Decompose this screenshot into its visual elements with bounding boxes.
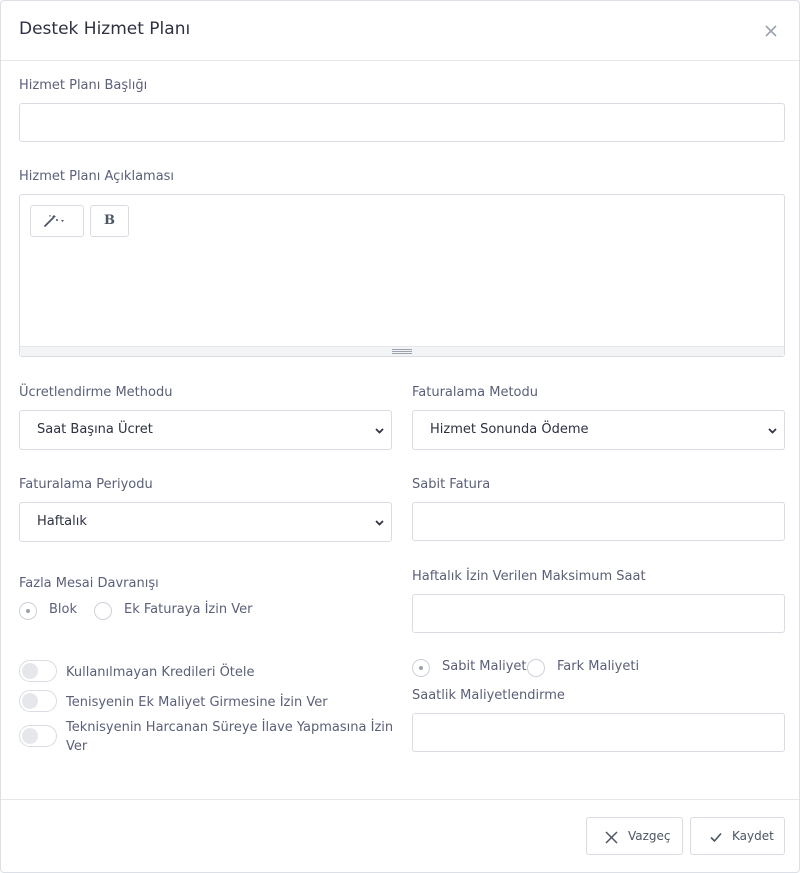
- description-editor[interactable]: B: [19, 194, 785, 357]
- toggle-extra-cost[interactable]: [19, 690, 57, 712]
- pricing-method-label: Ücretlendirme Methodu: [19, 385, 173, 400]
- weekly-max-hours-label: Haftalık İzin Verilen Maksimum Saat: [412, 569, 646, 584]
- overtime-radio-block[interactable]: [19, 602, 37, 620]
- service-plan-modal: Destek Hizmet Planı Hizmet Planı Başlığı…: [0, 0, 800, 873]
- overtime-option-extra-invoice[interactable]: Ek Faturaya İzin Ver: [124, 602, 252, 617]
- cancel-button[interactable]: Vazgeç: [586, 817, 683, 855]
- modal-header: Destek Hizmet Planı: [1, 1, 799, 61]
- hourly-costing-input[interactable]: [412, 713, 785, 752]
- editor-content[interactable]: [30, 245, 774, 335]
- save-button-label: Kaydet: [732, 829, 774, 843]
- close-icon[interactable]: [763, 23, 779, 39]
- chevron-down-icon: [375, 428, 384, 434]
- save-button[interactable]: Kaydet: [690, 817, 785, 855]
- hourly-costing-label: Saatlik Maliyetlendirme: [412, 688, 565, 703]
- billing-period-select[interactable]: Haftalık: [19, 502, 392, 542]
- billing-period-value: Haftalık: [37, 514, 87, 529]
- modal-footer: Vazgeç Kaydet: [1, 799, 799, 873]
- pricing-method-select[interactable]: Saat Başına Ücret: [19, 410, 392, 450]
- overtime-label: Fazla Mesai Davranışı: [19, 576, 159, 591]
- overtime-radio-extra-invoice[interactable]: [94, 602, 112, 620]
- plan-title-label: Hizmet Planı Başlığı: [19, 78, 148, 93]
- billing-method-label: Faturalama Metodu: [412, 385, 538, 400]
- plan-title-input[interactable]: [19, 103, 785, 142]
- toggle-extra-time-label: Teknisyenin Harcanan Süreye İlave Yapmas…: [66, 720, 394, 754]
- cost-type-radio-fixed[interactable]: [412, 659, 430, 677]
- chevron-down-icon: [768, 428, 777, 434]
- billing-method-value: Hizmet Sonunda Ödeme: [430, 422, 589, 437]
- resize-grip-icon[interactable]: [392, 349, 412, 354]
- pricing-method-value: Saat Başına Ücret: [37, 422, 153, 437]
- billing-method-select[interactable]: Hizmet Sonunda Ödeme: [412, 410, 785, 450]
- fixed-invoice-input[interactable]: [412, 502, 785, 541]
- bold-button[interactable]: B: [90, 205, 129, 237]
- chevron-down-icon: [375, 520, 384, 526]
- fixed-invoice-label: Sabit Fatura: [412, 477, 491, 492]
- check-icon: [710, 832, 722, 843]
- cost-type-option-difference[interactable]: Fark Maliyeti: [557, 659, 639, 674]
- toggle-defer-credits-label: Kullanılmayan Kredileri Ötele: [66, 665, 255, 680]
- toggle-defer-credits[interactable]: [19, 660, 57, 682]
- billing-period-label: Faturalama Periyodu: [19, 477, 153, 492]
- toggle-extra-time[interactable]: [19, 725, 57, 747]
- plan-desc-label: Hizmet Planı Açıklaması: [19, 169, 175, 184]
- overtime-option-block[interactable]: Blok: [49, 602, 77, 617]
- cost-type-radio-difference[interactable]: [527, 659, 545, 677]
- cost-type-option-fixed[interactable]: Sabit Maliyet: [442, 659, 527, 674]
- weekly-max-hours-input[interactable]: [412, 594, 785, 633]
- editor-resize-bar[interactable]: [20, 346, 784, 356]
- close-icon: [605, 831, 618, 844]
- magic-wand-icon: [44, 215, 64, 227]
- modal-title: Destek Hizmet Planı: [19, 19, 191, 39]
- magic-style-button[interactable]: [30, 205, 84, 237]
- cancel-button-label: Vazgeç: [628, 829, 671, 843]
- toggle-extra-cost-label: Tenisyenin Ek Maliyet Girmesine İzin Ver: [66, 695, 328, 710]
